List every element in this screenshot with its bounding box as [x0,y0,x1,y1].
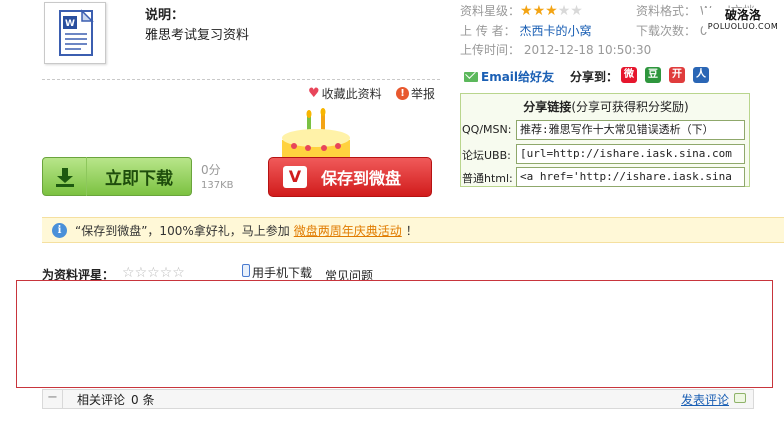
share-link-box: 分享链接(分享可获得积分奖励) QQ/MSN: 推荐:雅思写作十大常见错误透析（… [460,93,750,187]
kaixin-icon[interactable]: 开 [669,67,685,83]
email-share-label: Email给好友 [481,70,555,84]
report-label: 举报 [411,87,436,101]
mobile-download-link[interactable]: 用手机下载 [242,264,312,281]
downloads-label: 下载次数： [636,24,697,38]
svg-text:W: W [65,19,75,29]
share-box-title: 分享链接(分享可获得积分奖励) [461,98,751,115]
comments-bar: − 相关评论 0 条 发表评论 [42,389,754,409]
share-input-qq[interactable]: 推荐:雅思写作十大常见错误透析（下） [516,120,745,140]
info-icon: i [52,222,67,238]
douban-icon[interactable]: 豆 [645,67,661,83]
watermark-sub: POLUOLUO.COM [707,22,779,31]
share-box-title-note: (分享可获得积分奖励) [571,100,689,114]
uploader-link[interactable]: 杰西卡的小窝 [519,24,591,38]
watermark-main: 破洛洛 [724,8,761,22]
notice-link[interactable]: 微盘两周年庆典活动 [294,222,402,239]
comments-count: 0 条 [131,392,155,407]
email-share-link[interactable]: Email给好友 [464,68,554,85]
site-watermark: 破洛洛 POLUOLUO.COM [703,8,783,32]
weibo-icon[interactable]: 微 [621,67,637,83]
comments-title: 相关评论 [77,392,126,407]
upload-time-label: 上传时间： [460,43,521,57]
star-icon: ★ [570,2,583,19]
save-to-disk-label: 保存到微盘 [321,169,402,188]
user-rating-stars[interactable]: ☆ ☆ ☆ ☆ ☆ [122,266,185,280]
comment-bubble-icon [734,393,746,403]
file-size: 137KB [201,180,234,191]
star-icon: ★ [520,2,533,19]
star-icon: ★ [545,2,558,19]
notice-suffix: ！ [405,223,418,238]
notice-text: “保存到微盘”，100%拿好礼，马上参加 [75,223,290,238]
phone-icon [242,264,250,277]
downloads-row: 下载次数： 0 [636,22,707,39]
promo-notice: i “保存到微盘”，100%拿好礼，马上参加 微盘两周年庆典活动 ！ [42,217,784,243]
upload-time-row: 上传时间： 2012-12-18 10:50:30 [460,41,651,58]
share-input-html[interactable]: <a href='http://ishare.iask.sina [516,167,745,187]
uploader-label: 上 传 者： [460,24,516,38]
rate-star-icon[interactable]: ☆ [122,266,135,280]
share-icons: 微豆开人 [621,67,709,83]
share-row-label-ubb: 论坛UBB: [462,149,511,162]
share-row-label-html: 普通html: [462,172,513,185]
format-label: 资料格式： [636,4,697,18]
download-arrow-icon [43,157,87,196]
report-link[interactable]: ! 举报 [396,85,435,102]
doc-rating-stars: ★ ★ ★ ★ ★ [520,4,583,18]
rating-label: 资料星级： [460,4,521,18]
favorite-label: 收藏此资料 [321,87,382,101]
favorite-link[interactable]: ♥ 收藏此资料 [308,85,382,102]
star-icon: ★ [532,2,546,19]
share-input-ubb[interactable]: [url=http://ishare.iask.sina.com [516,144,745,164]
document-thumbnail: W [44,2,106,64]
rate-star-icon[interactable]: ☆ [135,266,148,280]
vdisk-logo-icon: V [283,166,307,188]
birthday-cake-icon [282,108,350,160]
save-to-disk-button[interactable]: V 保存到微盘 [268,157,432,197]
rate-star-icon[interactable]: ☆ [147,266,160,280]
rate-star-icon[interactable]: ☆ [172,266,185,280]
post-comment-link[interactable]: 发表评论 [681,391,729,408]
heart-icon: ♥ [308,86,320,101]
word-document-icon: W [59,9,94,56]
uploader-row: 上 传 者： 杰西卡的小窝 [460,22,591,39]
renren-icon[interactable]: 人 [693,67,709,83]
share-box-title-bold: 分享链接 [523,100,572,114]
description-label: 说明： [145,8,185,23]
rate-star-icon[interactable]: ☆ [160,266,173,280]
highlight-region [16,280,773,388]
warning-icon: ! [396,87,409,100]
collapse-toggle[interactable]: − [43,390,63,408]
share-to-label: 分享到： [570,70,619,84]
description-text: 雅思考试复习资料 [145,28,250,43]
mobile-download-label: 用手机下载 [252,266,313,280]
share-row-label-qq: QQ/MSN: [462,123,512,136]
upload-time-value: 2012-12-18 10:50:30 [523,43,652,57]
download-button[interactable]: 立即下载 [42,157,192,196]
star-icon: ★ [557,2,571,19]
mail-icon [464,71,478,82]
divider [42,79,440,80]
download-price: 0分 [201,163,221,177]
rating-row: 资料星级： ★ ★ ★ ★ ★ [460,2,583,19]
download-label: 立即下载 [105,169,173,189]
